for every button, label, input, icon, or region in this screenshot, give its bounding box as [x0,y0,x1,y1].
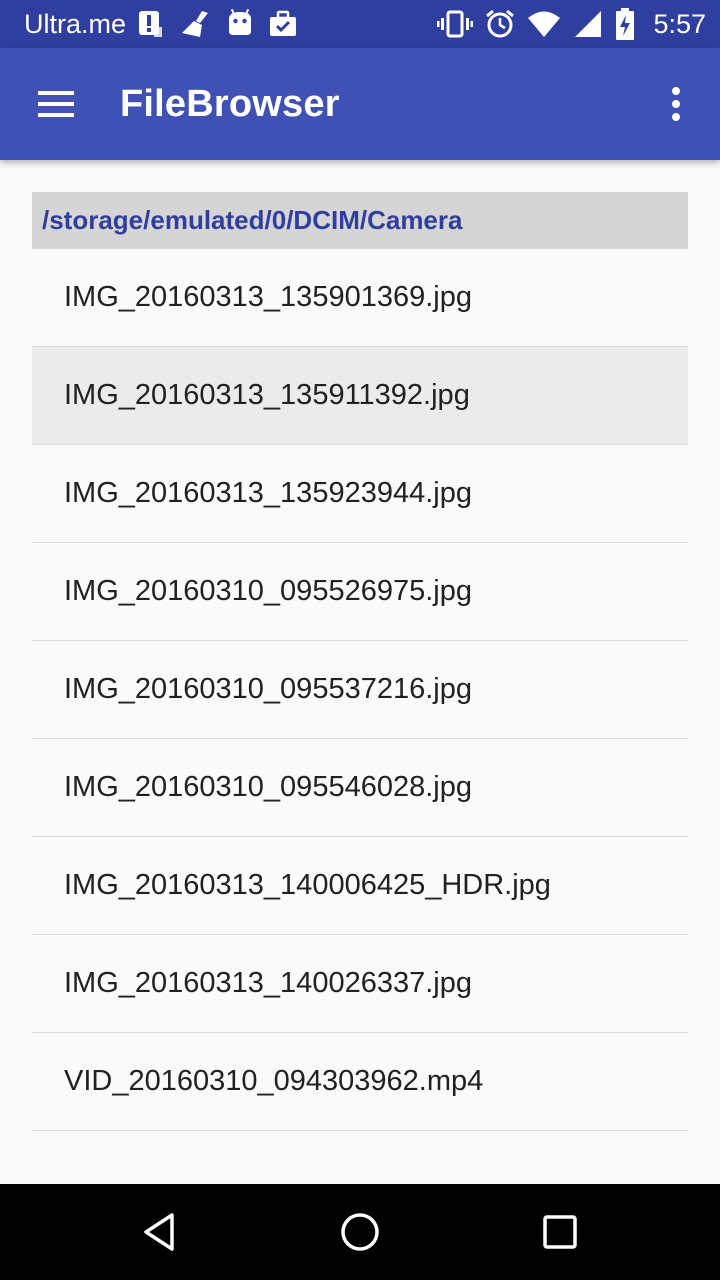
file-item[interactable]: IMG_20160310_095526975.jpg [32,543,688,641]
recents-icon [543,1215,577,1249]
navigation-bar [0,1184,720,1280]
home-icon [341,1213,379,1251]
alarm-icon [486,9,515,38]
current-path: /storage/emulated/0/DCIM/Camera [32,192,688,249]
file-item[interactable]: IMG_20160313_140026337.jpg [32,935,688,1033]
file-name: IMG_20160313_140006425_HDR.jpg [64,869,551,901]
signal-icon [575,11,602,37]
file-item[interactable]: IMG_20160313_135923944.jpg [32,445,688,543]
navigation-drawer-button[interactable] [28,76,84,132]
back-icon [144,1213,174,1251]
file-list: IMG_20160313_135901369.jpg IMG_20160313_1… [32,249,688,1131]
hamburger-menu-icon [38,91,74,117]
file-name: IMG_20160313_135911392.jpg [64,379,470,411]
carrier-name: Ultra.me [24,9,127,39]
file-name: IMG_20160313_135901369.jpg [64,281,472,313]
file-name: VID_20160310_094303962.mp4 [64,1065,484,1097]
alert-sim-icon [139,11,162,37]
file-name: IMG_20160310_095546028.jpg [64,771,472,803]
overflow-menu-button[interactable] [650,76,702,132]
file-item[interactable]: VID_20160310_094303962.mp4 [32,1033,688,1131]
app-bar: FileBrowser [0,48,720,160]
briefcase-check-icon [270,10,296,36]
file-item[interactable]: IMG_20160310_095546028.jpg [32,739,688,837]
battery-charging-icon [616,8,635,40]
file-browser-content: /storage/emulated/0/DCIM/Camera IMG_2016… [32,192,688,1131]
recents-button[interactable] [520,1204,600,1260]
vibrate-icon [437,10,474,38]
file-name: IMG_20160310_095526975.jpg [64,575,472,607]
file-name: IMG_20160313_135923944.jpg [64,477,472,509]
more-vert-icon [672,87,680,121]
status-bar: Ultra.me 5:57 [0,0,720,48]
file-item[interactable]: IMG_20160313_135911392.jpg [32,347,688,445]
file-item[interactable]: IMG_20160313_140006425_HDR.jpg [32,837,688,935]
home-button[interactable] [320,1204,400,1260]
file-name: IMG_20160313_140026337.jpg [64,967,472,999]
notification-icons [136,8,298,40]
file-item[interactable]: IMG_20160310_095537216.jpg [32,641,688,739]
app-title: FileBrowser [120,83,340,125]
file-name: IMG_20160310_095537216.jpg [64,673,472,705]
wifi-icon [528,11,561,37]
back-button[interactable] [120,1204,200,1260]
status-time: 5:57 [653,9,706,39]
broom-icon [182,11,208,37]
android-icon [229,9,251,35]
system-status-icons: 5:57 [437,8,706,40]
file-item[interactable]: IMG_20160313_135901369.jpg [32,249,688,347]
